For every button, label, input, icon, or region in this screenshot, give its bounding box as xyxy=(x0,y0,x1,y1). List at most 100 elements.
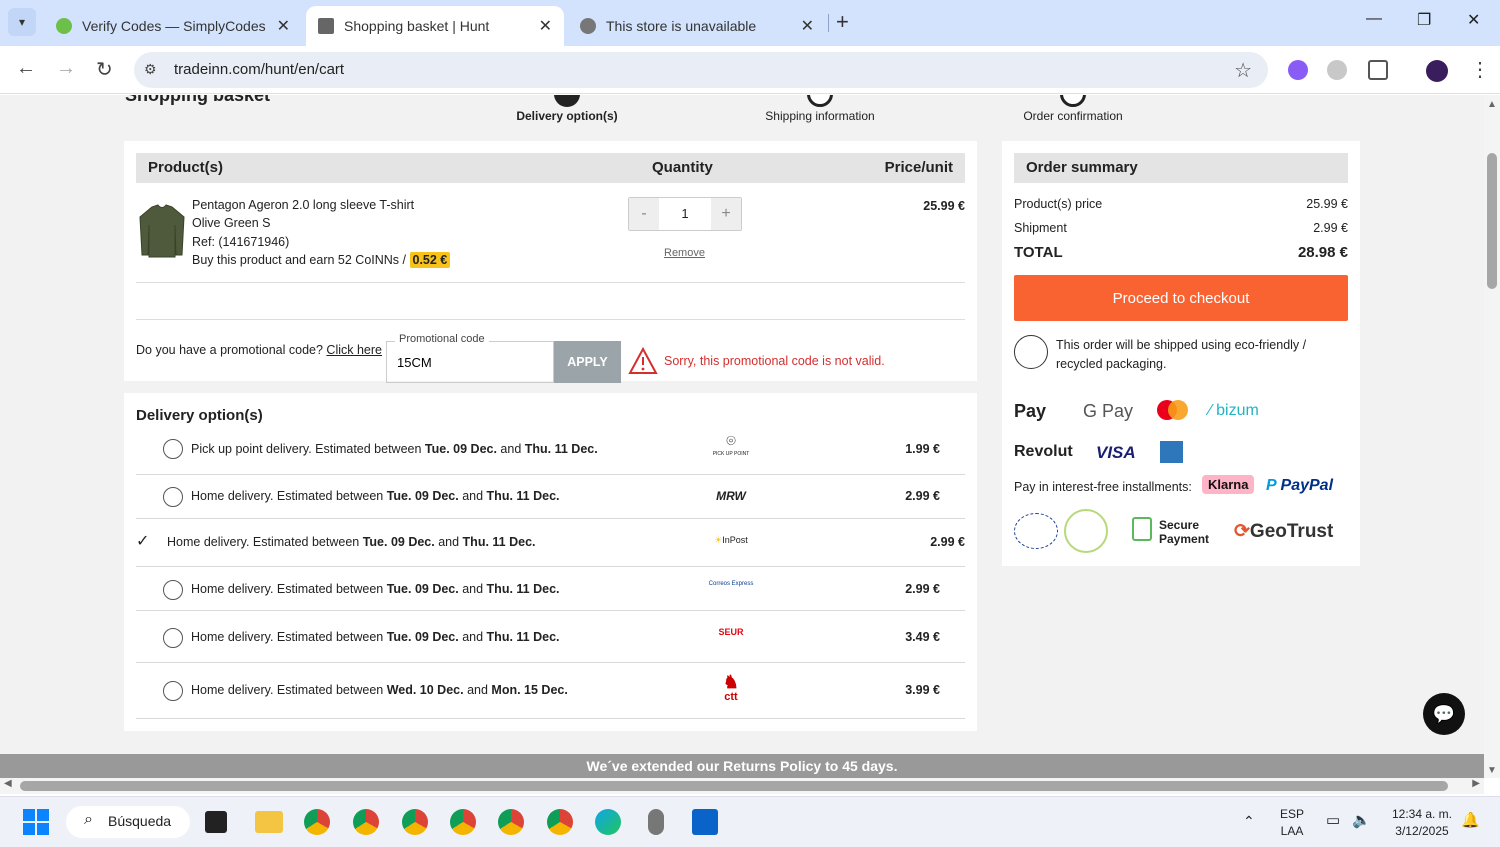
horizontal-scroll-thumb[interactable] xyxy=(20,781,1448,791)
profile-avatar[interactable] xyxy=(1426,60,1448,82)
chrome-profile-icon[interactable] xyxy=(547,809,573,835)
horizontal-scrollbar[interactable]: ◀ ▶ xyxy=(0,778,1484,794)
language-indicator[interactable]: ESP LAA xyxy=(1280,806,1304,840)
url-text[interactable]: tradeinn.com/hunt/en/cart xyxy=(174,61,344,78)
google-pay-logo-icon: G Pay xyxy=(1083,401,1134,421)
chrome-profile-icon[interactable] xyxy=(304,809,330,835)
chrome-profile-icon[interactable] xyxy=(353,809,379,835)
total-row: TOTAL 28.98 € xyxy=(1014,244,1348,261)
chrome-profile-icon[interactable] xyxy=(402,809,428,835)
tab-search-icon[interactable]: ▾ xyxy=(8,8,36,36)
extension-icon[interactable] xyxy=(1288,60,1308,80)
delivery-option-row[interactable]: Home delivery. Estimated between Tue. 09… xyxy=(136,567,965,611)
tab-title: Shopping basket | Hunt xyxy=(344,18,490,34)
back-icon[interactable]: ← xyxy=(16,57,36,80)
products-price-value: 25.99 € xyxy=(1306,197,1348,211)
minimize-icon[interactable]: — xyxy=(1366,10,1382,28)
tab-store-unavailable[interactable]: This store is unavailable ✕ xyxy=(568,6,826,46)
delivery-text: Home delivery. Estimated between Tue. 09… xyxy=(191,582,560,596)
paypal-logo-icon: P PayPal xyxy=(1266,477,1334,494)
page-content: Shopping basket Delivery option(s) Shipp… xyxy=(0,95,1484,778)
delivery-radio[interactable] xyxy=(163,628,183,648)
close-tab-icon[interactable]: ✕ xyxy=(539,16,552,36)
delivery-radio[interactable] xyxy=(163,487,183,507)
chrome-profile-icon[interactable] xyxy=(498,809,524,835)
show-hidden-icons-icon[interactable]: ⌃ xyxy=(1243,813,1255,830)
microsoft-store-icon[interactable] xyxy=(692,809,718,835)
apply-button[interactable]: APPLY xyxy=(554,341,621,383)
clock[interactable]: 12:34 a. m. 3/12/2025 xyxy=(1386,806,1458,840)
scroll-up-icon[interactable]: ▲ xyxy=(1487,99,1497,110)
scroll-left-icon[interactable]: ◀ xyxy=(4,778,12,789)
volume-icon[interactable]: 🔈 xyxy=(1352,812,1371,829)
ctt-logo-icon: ♞ ctt xyxy=(722,672,740,703)
tab-simplycodes[interactable]: Verify Codes — SimplyCodes ✕ xyxy=(44,6,302,46)
delivery-text: Home delivery. Estimated between Tue. 09… xyxy=(167,535,536,549)
mouse-app-icon[interactable] xyxy=(648,809,664,835)
coins-badge: 0.52 € xyxy=(409,252,451,268)
forward-icon[interactable]: → xyxy=(56,57,76,80)
close-tab-icon[interactable]: ✕ xyxy=(277,16,290,36)
delivery-option-row[interactable]: Home delivery. Estimated between Tue. 09… xyxy=(136,475,965,519)
confianza-online-seal-icon xyxy=(1064,509,1108,553)
windows-taskbar: ⌕ Búsqueda ⌃ ESP LAA ▭ 🔈 12:34 a. m. 3/12/… xyxy=(0,796,1500,847)
delivery-option-row[interactable]: Pick up point delivery. Estimated betwee… xyxy=(136,431,965,475)
close-window-icon[interactable]: ✕ xyxy=(1467,10,1480,30)
delivery-option-row-selected[interactable]: ✓ Home delivery. Estimated between Tue. … xyxy=(136,519,965,567)
returns-policy-banner[interactable]: We´ve extended our Returns Policy to 45 … xyxy=(0,754,1484,778)
file-explorer-icon[interactable] xyxy=(255,811,283,833)
chrome-active-icon[interactable] xyxy=(450,809,476,835)
delivery-option-row[interactable]: Home delivery. Estimated between Wed. 10… xyxy=(136,663,965,719)
products-price-label: Product(s) price xyxy=(1014,197,1103,211)
visa-logo-icon: VISA xyxy=(1096,443,1136,462)
taskbar-search-text: Búsqueda xyxy=(108,813,172,829)
correos-express-logo-icon: Correos Express xyxy=(708,581,754,587)
scroll-down-icon[interactable]: ▼ xyxy=(1487,765,1497,776)
menu-kebab-icon[interactable]: ⋮ xyxy=(1470,57,1490,82)
increase-quantity-button[interactable]: + xyxy=(711,198,741,230)
proceed-to-checkout-button[interactable]: Proceed to checkout xyxy=(1014,275,1348,321)
delivery-text: Home delivery. Estimated between Wed. 10… xyxy=(191,683,568,697)
site-settings-icon[interactable]: ⚙ xyxy=(144,61,157,78)
selected-check-icon[interactable]: ✓ xyxy=(136,531,149,551)
delivery-price: 3.49 € xyxy=(905,630,940,644)
scroll-right-icon[interactable]: ▶ xyxy=(1472,778,1480,789)
bookmark-star-icon[interactable]: ☆ xyxy=(1234,58,1252,83)
order-summary-title: Order summary xyxy=(1014,153,1348,183)
task-view-icon[interactable] xyxy=(205,811,227,833)
windows-start-icon[interactable] xyxy=(23,809,49,835)
taskbar-search[interactable]: ⌕ Búsqueda xyxy=(66,806,190,838)
reload-icon[interactable]: ↻ xyxy=(96,57,113,82)
delivery-price: 2.99 € xyxy=(930,535,965,549)
quantity-input[interactable]: 1 xyxy=(659,198,711,230)
promo-click-here-link[interactable]: Click here xyxy=(326,343,382,357)
network-icon[interactable]: ▭ xyxy=(1326,812,1340,829)
delivery-radio[interactable] xyxy=(163,580,183,600)
promo-code-field[interactable]: Promotional code xyxy=(386,333,554,383)
new-tab-icon[interactable]: + xyxy=(836,9,849,35)
vertical-scrollbar[interactable]: ▲ ▼ xyxy=(1484,95,1500,778)
promo-question-text: Do you have a promotional code? xyxy=(136,343,323,357)
address-bar[interactable]: ⚙ tradeinn.com/hunt/en/cart ☆ xyxy=(134,52,1268,88)
edge-icon[interactable] xyxy=(595,809,621,835)
restore-icon[interactable]: ❐ xyxy=(1417,10,1431,30)
close-tab-icon[interactable]: ✕ xyxy=(801,16,814,36)
promo-card: Do you have a promotional code? Click he… xyxy=(124,295,977,383)
translate-icon[interactable] xyxy=(1327,60,1347,80)
tab-shopping-basket[interactable]: Shopping basket | Hunt ✕ xyxy=(306,6,564,46)
notification-bell-icon[interactable]: 🔔 xyxy=(1461,812,1480,829)
promo-code-input[interactable] xyxy=(397,355,537,370)
vertical-scroll-thumb[interactable] xyxy=(1487,153,1497,289)
delivery-radio[interactable] xyxy=(163,681,183,701)
decrease-quantity-button[interactable]: - xyxy=(629,198,659,230)
delivery-price: 3.99 € xyxy=(905,683,940,697)
product-name[interactable]: Pentagon Ageron 2.0 long sleeve T-shirt xyxy=(192,198,414,212)
browser-tabbar: ▾ Verify Codes — SimplyCodes ✕ Shopping … xyxy=(0,0,1500,46)
extensions-puzzle-icon[interactable] xyxy=(1368,60,1388,80)
product-image[interactable] xyxy=(138,203,186,259)
remove-link[interactable]: Remove xyxy=(664,247,705,259)
ecommerce-europe-seal-icon xyxy=(1014,513,1058,549)
chat-icon[interactable]: 💬 xyxy=(1423,693,1465,735)
delivery-option-row[interactable]: Home delivery. Estimated between Tue. 09… xyxy=(136,611,965,663)
delivery-radio[interactable] xyxy=(163,439,183,459)
